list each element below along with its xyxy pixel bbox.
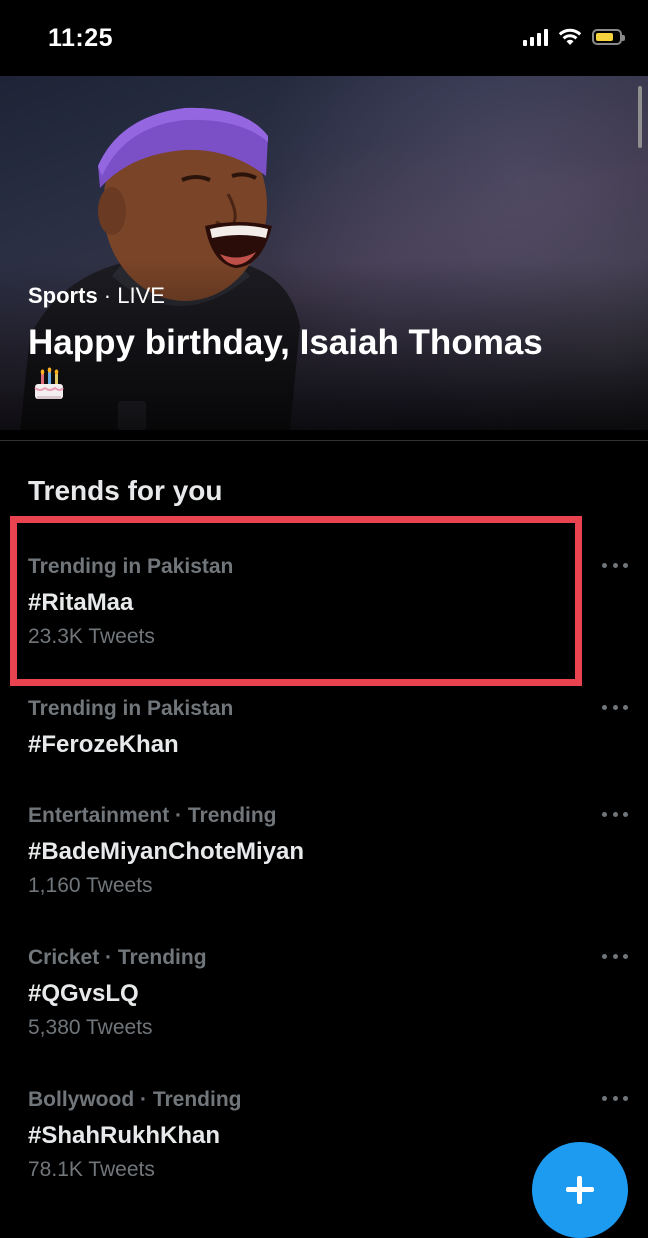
status-icons (523, 28, 625, 46)
more-options-icon[interactable] (602, 812, 628, 818)
trend-item[interactable]: Cricket · Trending #QGvsLQ 5,380 Tweets (28, 946, 628, 1040)
hero-category-label: Sports (28, 283, 98, 308)
trends-section-title: Trends for you (28, 475, 223, 506)
battery-icon (592, 29, 625, 45)
hero-card[interactable]: Sports · LIVE Happy birthday, Isaiah Tho… (0, 76, 648, 430)
section-divider (0, 440, 648, 441)
more-options-icon[interactable] (602, 954, 628, 960)
trend-context: Cricket · Trending (28, 946, 207, 969)
more-options-icon[interactable] (602, 705, 628, 711)
hero-title: Happy birthday, Isaiah Thomas (28, 323, 543, 362)
trend-context: Trending in Pakistan (28, 697, 234, 720)
trend-name: #QGvsLQ (28, 980, 139, 1007)
trend-context: Bollywood · Trending (28, 1088, 242, 1111)
more-options-icon[interactable] (602, 1096, 628, 1102)
hero-live-label: · LIVE (97, 283, 165, 308)
trend-name: #ShahRukhKhan (28, 1122, 221, 1149)
trend-item[interactable]: Trending in Pakistan #FerozeKhan (28, 697, 628, 759)
trend-name: #FerozeKhan (28, 731, 179, 758)
scroll-indicator[interactable] (638, 86, 642, 148)
trend-tweet-count: 5,380 Tweets (28, 1016, 153, 1039)
cellular-signal-icon (523, 28, 548, 46)
status-time: 11:25 (48, 24, 114, 52)
trend-context: Entertainment · Trending (28, 804, 277, 827)
compose-tweet-button[interactable] (532, 1142, 628, 1238)
hero-category: Sports · LIVE (28, 283, 165, 309)
wifi-icon (558, 28, 582, 45)
trend-name: #BadeMiyanChoteMiyan (28, 838, 305, 865)
trend-item[interactable]: Entertainment · Trending #BadeMiyanChote… (28, 804, 628, 898)
status-bar: 11:25 (0, 0, 648, 76)
highlight-annotation-box (10, 516, 582, 686)
birthday-cake-icon (34, 367, 64, 399)
more-options-icon[interactable] (602, 563, 628, 569)
trend-tweet-count: 1,160 Tweets (28, 874, 153, 897)
